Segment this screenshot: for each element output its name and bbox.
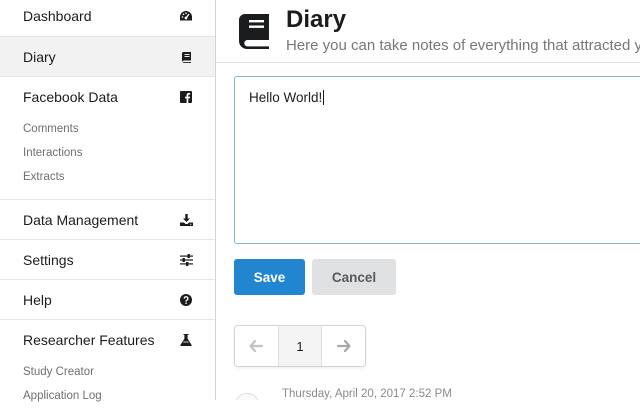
sidebar-item-researcher-features[interactable]: Researcher Features Study Creator Applic… bbox=[0, 320, 215, 418]
main-content: Diary Here you can take notes of everyth… bbox=[216, 0, 640, 400]
previous-page-button[interactable] bbox=[235, 326, 278, 366]
next-page-button[interactable] bbox=[322, 326, 365, 366]
sidebar-item-label: Diary bbox=[23, 49, 56, 65]
entry-date: Thursday, April 20, 2017 2:52 PM bbox=[282, 388, 452, 400]
save-button[interactable]: Save bbox=[234, 259, 305, 295]
facebook-icon bbox=[179, 90, 193, 104]
sidebar-item-data-management[interactable]: Data Management bbox=[0, 200, 215, 240]
sidebar-item-diary[interactable]: Diary bbox=[0, 37, 215, 77]
sidebar-item-label: Data Management bbox=[23, 212, 139, 228]
sidebar-subitem-extracts[interactable]: Extracts bbox=[23, 165, 193, 189]
arrow-left-icon bbox=[249, 340, 264, 352]
sidebar-subitem-interactions[interactable]: Interactions bbox=[23, 141, 193, 165]
sidebar-subitem-comments[interactable]: Comments bbox=[23, 117, 193, 141]
pagination: 1 bbox=[234, 325, 366, 367]
page-number-button[interactable]: 1 bbox=[277, 326, 323, 366]
flask-icon bbox=[179, 333, 193, 347]
sidebar-subitem-study-creator[interactable]: Study Creator bbox=[23, 360, 193, 384]
sidebar-item-label: Facebook Data bbox=[23, 89, 118, 105]
editor-text: Hello World! bbox=[249, 90, 323, 105]
page-title: Diary bbox=[286, 6, 347, 33]
text-caret bbox=[323, 90, 325, 105]
page-subtitle: Here you can take notes of everything th… bbox=[286, 37, 640, 54]
sidebar-item-label: Dashboard bbox=[23, 7, 92, 24]
sidebar: Dashboard Diary Facebook Data Comments I… bbox=[0, 0, 216, 402]
sidebar-item-label: Help bbox=[23, 292, 52, 308]
question-circle-icon bbox=[179, 293, 193, 307]
sidebar-subitem-application-log[interactable]: Application Log bbox=[23, 384, 193, 408]
entry-avatar bbox=[234, 393, 260, 400]
sidebar-item-help[interactable]: Help bbox=[0, 280, 215, 320]
dashboard-icon bbox=[179, 9, 193, 23]
download-icon bbox=[179, 213, 193, 227]
sidebar-item-settings[interactable]: Settings bbox=[0, 240, 215, 280]
sidebar-item-label: Researcher Features bbox=[23, 332, 155, 348]
book-icon bbox=[236, 12, 272, 55]
sliders-icon bbox=[179, 253, 193, 267]
page-header: Diary Here you can take notes of everyth… bbox=[216, 0, 640, 63]
book-icon bbox=[179, 50, 193, 64]
sidebar-item-dashboard[interactable]: Dashboard bbox=[0, 0, 215, 37]
arrow-right-icon bbox=[336, 340, 351, 352]
sidebar-item-label: Settings bbox=[23, 252, 74, 268]
sidebar-item-facebook-data[interactable]: Facebook Data Comments Interactions Extr… bbox=[0, 77, 215, 200]
diary-text-editor[interactable]: Hello World! bbox=[234, 76, 640, 244]
cancel-button[interactable]: Cancel bbox=[312, 259, 396, 295]
